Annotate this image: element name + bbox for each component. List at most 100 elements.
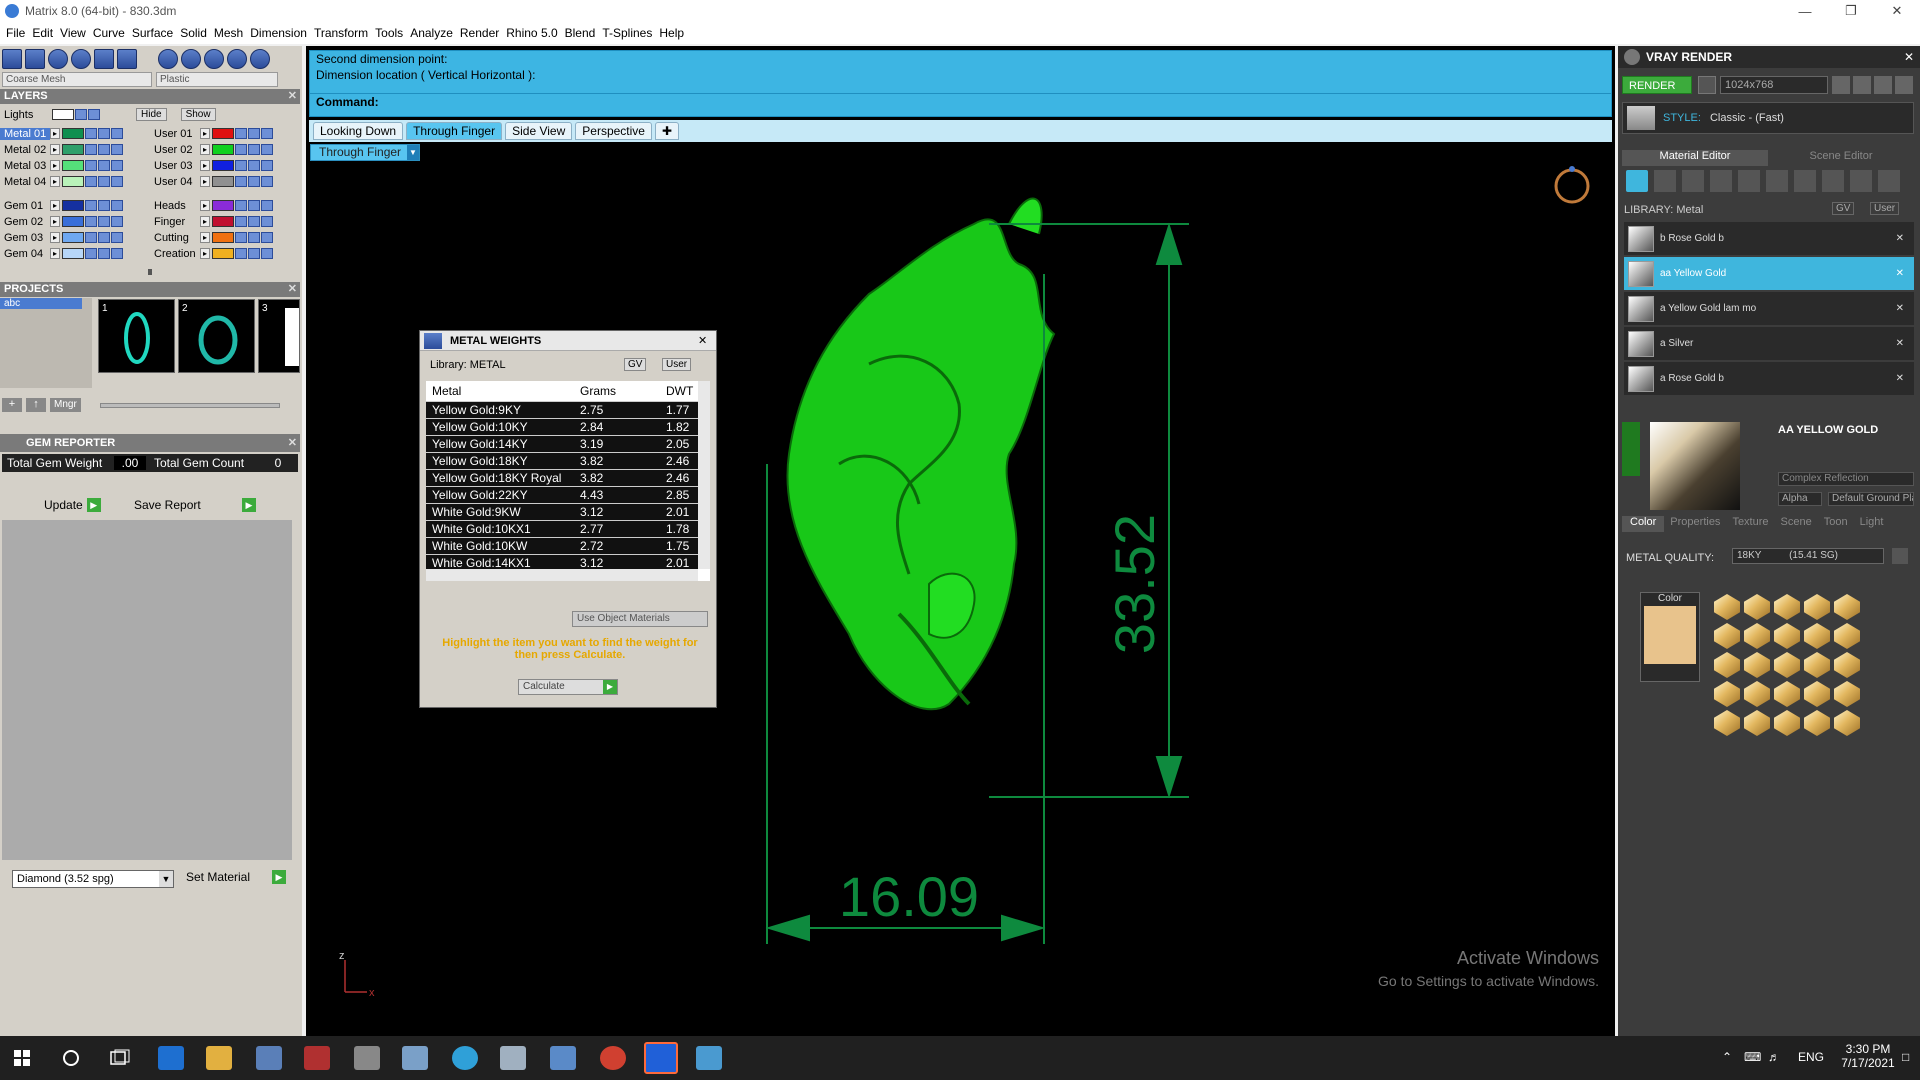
metal-preset-swatch[interactable] xyxy=(1804,710,1830,736)
layer-row[interactable]: Gem 01 ▸ xyxy=(0,198,123,213)
lights-visible-icon[interactable] xyxy=(88,109,100,120)
material-list-item[interactable]: a Yellow Gold lam mo ✕ xyxy=(1624,292,1914,325)
layer-current-icon[interactable] xyxy=(111,232,123,243)
metal-preset-swatch[interactable] xyxy=(1744,681,1770,707)
layer-color-swatch[interactable] xyxy=(62,248,84,259)
light-type-icon[interactable] xyxy=(1878,170,1900,192)
layer-current-icon[interactable] xyxy=(111,248,123,259)
notes-app-icon[interactable] xyxy=(402,1046,428,1070)
ground-plane-select[interactable]: Default Ground Plane xyxy=(1828,492,1914,506)
layer-lock-icon[interactable] xyxy=(85,216,97,227)
metal-preset-swatch[interactable] xyxy=(1714,710,1740,736)
windows-start-icon[interactable] xyxy=(14,1050,30,1066)
add-project-button[interactable]: + xyxy=(2,398,22,412)
layer-name[interactable]: User 04 xyxy=(150,176,200,188)
clock[interactable]: 3:30 PM 7/17/2021 xyxy=(1840,1042,1896,1070)
layer-visible-icon[interactable] xyxy=(248,128,260,139)
grid-icon[interactable] xyxy=(1895,76,1913,94)
layer-current-icon[interactable] xyxy=(111,128,123,139)
layer-current-icon[interactable] xyxy=(261,216,273,227)
project-item[interactable]: abc xyxy=(0,298,82,309)
layer-name[interactable]: User 01 xyxy=(150,128,200,140)
resolution-select[interactable]: 1024x768 xyxy=(1720,76,1828,94)
layer-row[interactable]: Gem 04 ▸ xyxy=(0,246,123,261)
metal-preset-swatch[interactable] xyxy=(1744,623,1770,649)
table-row[interactable]: Yellow Gold:9KY 2.75 1.77 xyxy=(426,401,698,419)
subtab-scene[interactable]: Scene xyxy=(1775,516,1818,532)
collapse-preview-icon[interactable] xyxy=(1622,422,1640,476)
menu-view[interactable]: View xyxy=(60,26,93,40)
layer-current-icon[interactable] xyxy=(261,248,273,259)
layer-expand-icon[interactable]: ▸ xyxy=(200,176,210,187)
snap-tool-icon[interactable] xyxy=(2,49,22,69)
remove-material-icon[interactable]: ✕ xyxy=(1896,338,1904,349)
table-vscrollbar[interactable] xyxy=(698,381,710,569)
layer-current-icon[interactable] xyxy=(261,128,273,139)
render-options-icon[interactable] xyxy=(1698,76,1716,94)
layer-visible-icon[interactable] xyxy=(98,232,110,243)
layer-name[interactable]: Gem 03 xyxy=(0,232,50,244)
ring-gizmo-icon[interactable] xyxy=(1554,166,1590,204)
layer-expand-icon[interactable]: ▸ xyxy=(50,248,60,259)
texture-type-icon[interactable] xyxy=(1766,170,1788,192)
layer-name[interactable]: Cutting xyxy=(150,232,200,244)
layer-current-icon[interactable] xyxy=(111,160,123,171)
file-explorer-icon[interactable] xyxy=(206,1046,232,1070)
layer-row[interactable]: Metal 03 ▸ xyxy=(0,158,123,173)
add-tab-icon[interactable]: ✚ xyxy=(654,122,680,140)
layer-lock-icon[interactable] xyxy=(235,128,247,139)
hide-button[interactable]: Hide xyxy=(136,108,167,121)
layer-visible-icon[interactable] xyxy=(248,248,260,259)
layer-lock-icon[interactable] xyxy=(85,248,97,259)
menu-mesh[interactable]: Mesh xyxy=(214,26,250,40)
layer-color-swatch[interactable] xyxy=(212,144,234,155)
layer-current-icon[interactable] xyxy=(111,200,123,211)
layer-current-icon[interactable] xyxy=(261,200,273,211)
layer-lock-icon[interactable] xyxy=(235,248,247,259)
layer-current-icon[interactable] xyxy=(261,160,273,171)
layer-lock-icon[interactable] xyxy=(85,128,97,139)
layer-color-swatch[interactable] xyxy=(62,144,84,155)
layer-expand-icon[interactable]: ▸ xyxy=(200,144,210,155)
layer-lock-icon[interactable] xyxy=(235,160,247,171)
layer-visible-icon[interactable] xyxy=(248,232,260,243)
metal-preset-swatch[interactable] xyxy=(1834,710,1860,736)
layer-name[interactable]: Creation xyxy=(150,248,200,260)
layer-row[interactable]: Metal 01 ▸ xyxy=(0,126,123,141)
menu-edit[interactable]: Edit xyxy=(32,26,60,40)
layer-name[interactable]: Metal 01 xyxy=(0,127,50,140)
notifications-icon[interactable]: □ xyxy=(1902,1050,1909,1064)
display-material-select[interactable]: Plastic xyxy=(156,72,278,87)
calculate-button[interactable]: Calculate ▶ xyxy=(518,679,618,695)
metal-preset-swatch[interactable] xyxy=(1714,681,1740,707)
user-toggle[interactable]: User xyxy=(1870,202,1900,215)
gem-type-icon[interactable] xyxy=(1654,170,1676,192)
tab-material-editor[interactable]: Material Editor xyxy=(1622,150,1768,166)
layer-lock-icon[interactable] xyxy=(85,160,97,171)
layer-row[interactable]: Metal 02 ▸ xyxy=(0,142,123,157)
tray-chevron-icon[interactable]: ⌃ xyxy=(1722,1050,1732,1064)
close-icon[interactable]: ✕ xyxy=(288,282,297,297)
layer-visible-icon[interactable] xyxy=(98,216,110,227)
gv-toggle[interactable]: GV xyxy=(1832,202,1855,215)
save-report-button[interactable]: Save Report ▶ xyxy=(134,498,256,512)
menu-render[interactable]: Render xyxy=(460,26,506,40)
layer-name[interactable]: Gem 02 xyxy=(0,216,50,228)
reflection-select[interactable]: Complex Reflection xyxy=(1778,472,1914,486)
metal-preset-swatch[interactable] xyxy=(1804,652,1830,678)
layer-expand-icon[interactable]: ▸ xyxy=(200,216,210,227)
settings-gear-icon[interactable] xyxy=(354,1046,380,1070)
table-row[interactable]: White Gold:9KW 3.12 2.01 xyxy=(426,503,698,521)
window-app-icon[interactable] xyxy=(550,1046,576,1070)
layer-expand-icon[interactable]: ▸ xyxy=(200,160,210,171)
metal-preset-swatch[interactable] xyxy=(1774,594,1800,620)
remove-material-icon[interactable]: ✕ xyxy=(1896,373,1904,384)
layer-expand-icon[interactable]: ▸ xyxy=(200,128,210,139)
menu-tools[interactable]: Tools xyxy=(375,26,410,40)
table-row[interactable]: Yellow Gold:18KY 3.82 2.46 xyxy=(426,452,698,470)
metal-preset-swatch[interactable] xyxy=(1774,710,1800,736)
layer-lock-icon[interactable] xyxy=(235,216,247,227)
browser-app-icon[interactable] xyxy=(452,1046,478,1070)
matrix-app-icon[interactable] xyxy=(304,1046,330,1070)
tab-looking-down[interactable]: Looking Down xyxy=(313,122,404,140)
